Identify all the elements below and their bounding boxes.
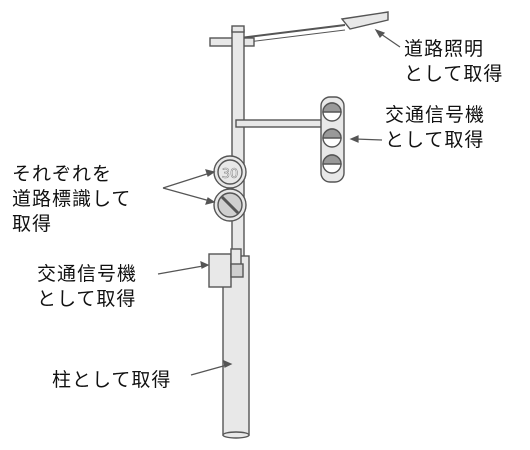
- label-road-signs: それぞれを 道路標識して 取得: [12, 163, 132, 235]
- traffic-signal-top: [320, 96, 345, 183]
- signal-arm: [235, 119, 327, 128]
- label-street-light: 道路照明 として取得: [404, 38, 504, 85]
- label-traffic-signal-top: 交通信号機 として取得: [385, 104, 486, 151]
- arrow-street-light: [380, 33, 401, 48]
- callout-lines: [157, 28, 401, 376]
- arrow-signal-small: [157, 265, 204, 275]
- speed-limit-value: 30: [222, 167, 239, 182]
- no-parking-sign: [213, 188, 247, 222]
- main-pole: [231, 29, 245, 261]
- arrow-signal-top: [354, 138, 383, 141]
- arrow-speed-sign: [162, 172, 211, 189]
- arrow-no-parking: [162, 187, 211, 202]
- arrow-pole: [190, 364, 228, 376]
- pole-base: [222, 431, 250, 439]
- pole-cap: [231, 25, 245, 33]
- label-traffic-signal-small: 交通信号機 として取得: [37, 263, 138, 310]
- label-pole: 柱として取得: [52, 369, 172, 391]
